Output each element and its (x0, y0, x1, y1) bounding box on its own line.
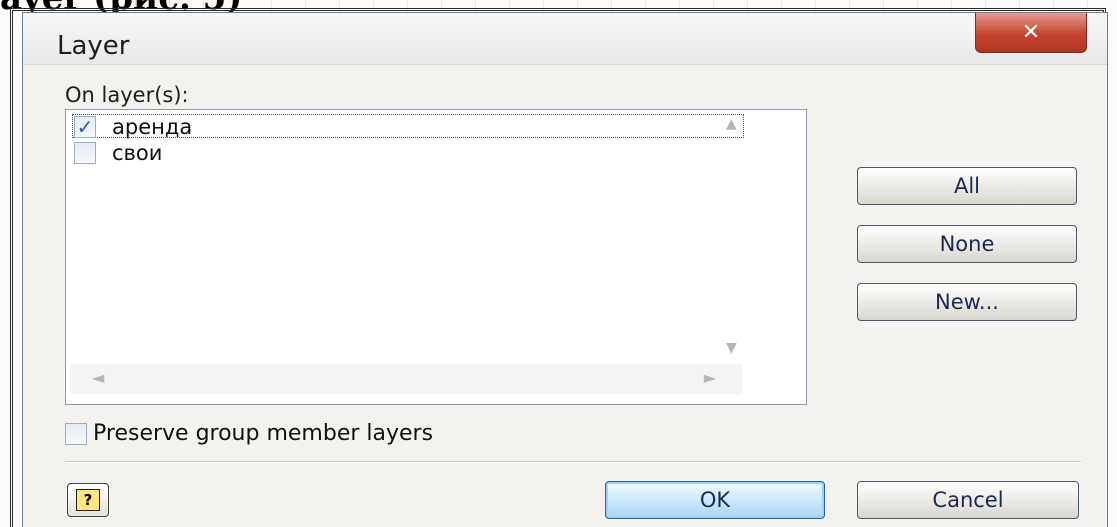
scroll-right-arrow-icon[interactable]: ► (704, 368, 716, 387)
all-button[interactable]: All (857, 167, 1077, 205)
none-button[interactable]: None (857, 225, 1077, 263)
help-icon: ? (76, 489, 100, 511)
list-item-layer-svoi[interactable]: свои (74, 140, 162, 166)
dialog-title: Layer (57, 31, 130, 61)
vertical-scrollbar[interactable]: ▲ ▼ (720, 114, 754, 358)
preserve-group-checkbox[interactable] (65, 422, 87, 445)
list-item-layer-arenda[interactable]: ✓ аренда (74, 114, 192, 140)
layer-checkbox-svoi[interactable] (74, 142, 96, 164)
scroll-left-arrow-icon[interactable]: ◄ (92, 368, 104, 387)
help-button[interactable]: ? (67, 483, 109, 517)
checkmark-icon: ✓ (76, 115, 94, 139)
separator (65, 461, 1081, 463)
new-layer-button[interactable]: New... (857, 283, 1077, 321)
preserve-group-checkbox-row[interactable]: Preserve group member layers (65, 421, 433, 446)
horizontal-scrollbar[interactable]: ◄ ► (70, 364, 742, 394)
cancel-button[interactable]: Cancel (857, 481, 1079, 519)
scroll-down-arrow-icon[interactable]: ▼ (726, 340, 737, 356)
ok-button[interactable]: OK (605, 481, 825, 519)
dialog-titlebar[interactable]: Layer ✕ (23, 13, 1107, 65)
scroll-up-arrow-icon[interactable]: ▲ (726, 116, 737, 132)
preserve-group-label: Preserve group member layers (93, 421, 434, 446)
on-layers-label: On layer(s): (65, 83, 189, 107)
close-button[interactable]: ✕ (975, 13, 1087, 53)
layer-name-svoi: свои (112, 141, 163, 165)
layer-name-arenda: аренда (112, 115, 193, 139)
close-icon: ✕ (1021, 20, 1041, 45)
layers-listbox[interactable]: ✓ аренда свои ▲ ▼ ◄ ► (65, 109, 807, 405)
layer-dialog: Layer ✕ On layer(s): ✓ аренда свои ▲ ▼ ◄… (22, 12, 1108, 527)
layer-checkbox-arenda[interactable]: ✓ (74, 116, 96, 138)
